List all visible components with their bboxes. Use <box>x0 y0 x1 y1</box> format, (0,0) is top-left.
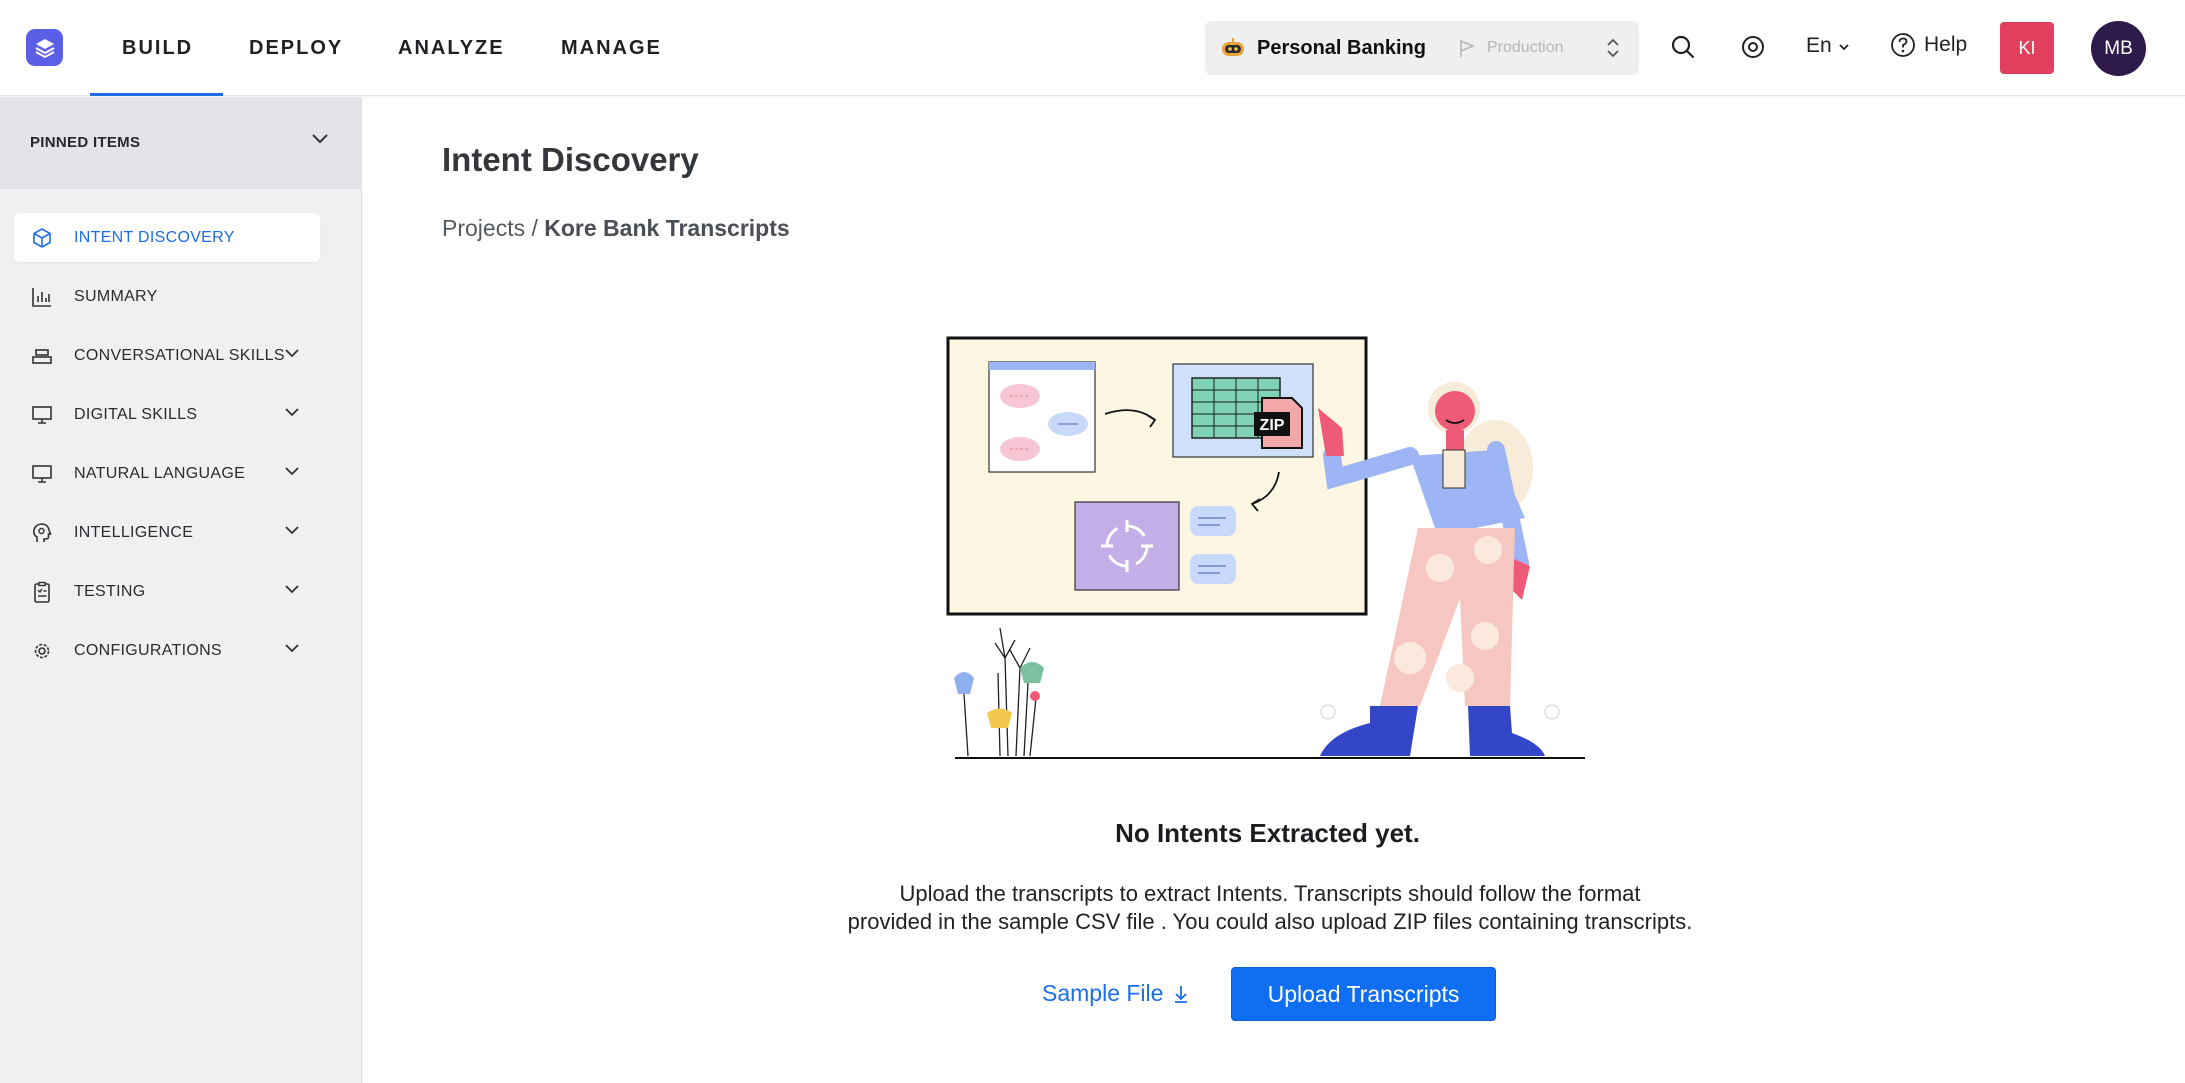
nav-tab-deploy[interactable]: DEPLOY <box>249 0 343 96</box>
breadcrumb-projects-link[interactable]: Projects <box>442 215 525 241</box>
empty-state-title: No Intents Extracted yet. <box>1115 818 1420 848</box>
sidebar-item-digital-skills[interactable]: DIGITAL SKILLS <box>14 390 320 439</box>
empty-state-desc-line-2: provided in the sample CSV file . You co… <box>847 909 1693 934</box>
clipboard-icon <box>34 581 50 603</box>
sample-file-link[interactable]: Sample File <box>1042 980 1189 1007</box>
environment-label: Production <box>1487 39 1564 56</box>
bot-selector[interactable]: Personal Banking Production <box>1205 21 1639 75</box>
sidebar-item-label: INTENT DISCOVERY <box>74 228 235 246</box>
chevron-down-icon <box>285 408 299 417</box>
breadcrumb: Projects / Kore Bank Transcripts <box>442 215 790 242</box>
layers-icon <box>35 38 54 58</box>
bot-name: Personal Banking <box>1257 36 1426 59</box>
chevron-down-icon <box>1838 44 1849 51</box>
search-icon <box>1671 35 1695 59</box>
search-button[interactable] <box>1668 32 1698 62</box>
nav-tab-analyze[interactable]: ANALYZE <box>398 0 505 96</box>
chevron-down-icon <box>285 644 299 653</box>
gear-icon <box>34 643 50 659</box>
flag-icon <box>1460 40 1476 57</box>
sidebar-item-intelligence[interactable]: INTELLIGENCE <box>14 508 320 557</box>
sidebar-item-label: CONVERSATIONAL SKILLS <box>74 346 285 364</box>
nav-tab-manage[interactable]: MANAGE <box>561 0 662 96</box>
sidebar-item-configurations[interactable]: CONFIGURATIONS <box>14 626 320 675</box>
bot-icon <box>1222 38 1244 56</box>
empty-state-illustration: ZIP <box>946 336 1585 759</box>
sidebar-item-summary[interactable]: SUMMARY <box>14 272 320 321</box>
sidebar: PINNED ITEMS INTENT DISCOVERY SUMMARY CO… <box>0 97 362 1083</box>
language-label: En <box>1806 34 1832 57</box>
language-selector[interactable]: En <box>1806 34 1850 58</box>
breadcrumb-separator: / <box>531 215 538 241</box>
empty-state-desc-line-1: Upload the transcripts to extract Intent… <box>899 881 1641 906</box>
user-avatar-mb[interactable]: MB <box>2091 21 2146 76</box>
sidebar-item-intent-discovery[interactable]: INTENT DISCOVERY <box>14 213 320 262</box>
sidebar-item-label: NATURAL LANGUAGE <box>74 464 246 482</box>
sidebar-item-conversational-skills[interactable]: CONVERSATIONAL SKILLS <box>14 331 320 380</box>
help-button[interactable]: Help <box>1890 32 1967 58</box>
breadcrumb-current: Kore Bank Transcripts <box>544 215 790 241</box>
empty-state-description: Upload the transcripts to extract Intent… <box>780 880 1760 936</box>
cube-icon <box>33 228 51 248</box>
chevron-down-icon <box>285 467 299 476</box>
sidebar-item-label: INTELLIGENCE <box>74 523 194 541</box>
sample-file-label: Sample File <box>1042 980 1164 1006</box>
help-circle-icon <box>1891 33 1915 57</box>
sidebar-item-label: SUMMARY <box>74 287 158 305</box>
sidebar-item-natural-language[interactable]: NATURAL LANGUAGE <box>14 449 320 498</box>
sidebar-item-label: DIGITAL SKILLS <box>74 405 198 423</box>
chevron-down-icon <box>285 526 299 535</box>
page-title: Intent Discovery <box>442 141 699 178</box>
chevron-down-icon <box>312 134 328 144</box>
brain-icon <box>33 523 52 542</box>
chevron-down-icon <box>285 349 299 358</box>
monitor-icon <box>32 465 52 483</box>
zip-label: ZIP <box>1260 417 1285 434</box>
monitor-icon <box>32 406 52 424</box>
sort-chevrons-icon <box>1607 38 1619 58</box>
download-icon <box>1175 985 1188 1003</box>
chevron-down-icon <box>285 585 299 594</box>
upload-transcripts-button[interactable]: Upload Transcripts <box>1231 967 1496 1021</box>
stack-icon <box>32 349 52 364</box>
sidebar-item-label: CONFIGURATIONS <box>74 641 222 659</box>
target-settings-icon <box>1742 36 1764 58</box>
app-logo[interactable] <box>26 29 63 66</box>
nav-tab-build[interactable]: BUILD <box>89 0 224 96</box>
sidebar-item-testing[interactable]: TESTING <box>14 567 320 616</box>
top-bar: BUILD DEPLOY ANALYZE MANAGE Personal Ban… <box>0 0 2185 96</box>
settings-button[interactable] <box>1738 32 1768 62</box>
sidebar-item-label: TESTING <box>74 582 146 600</box>
help-label: Help <box>1924 33 1968 56</box>
pinned-items-header[interactable]: PINNED ITEMS <box>0 97 362 189</box>
user-badge-ki[interactable]: KI <box>2000 22 2054 74</box>
pinned-items-label: PINNED ITEMS <box>30 134 141 151</box>
bar-chart-icon <box>32 288 51 307</box>
